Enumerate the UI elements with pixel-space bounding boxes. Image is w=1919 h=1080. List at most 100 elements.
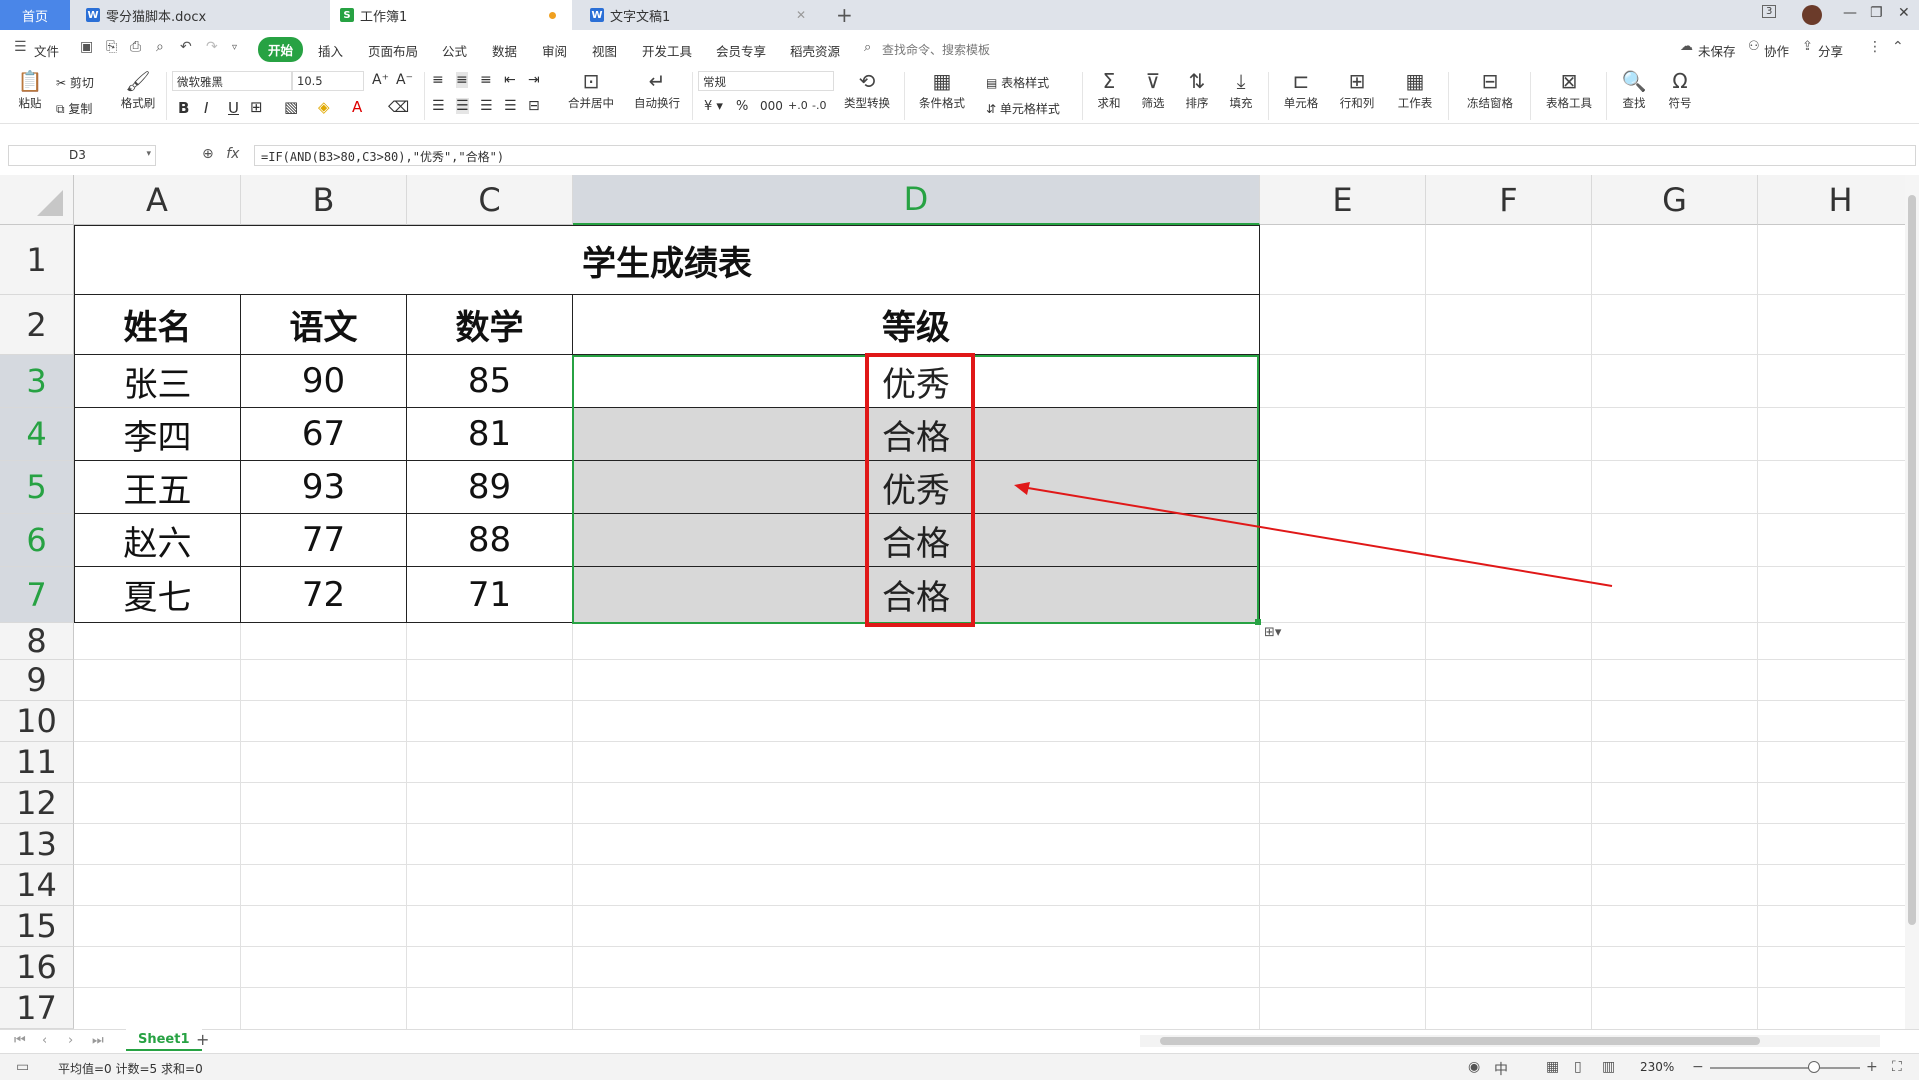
type-convert-button[interactable]: ⟲ 类型转换 xyxy=(836,70,898,111)
row-header-1[interactable]: 1 xyxy=(0,225,74,295)
align-bottom-icon[interactable]: ≡ xyxy=(480,72,492,88)
menu-data[interactable]: 数据 xyxy=(492,41,517,60)
page-break-view-icon[interactable]: ▥ xyxy=(1602,1059,1615,1075)
row-header-8[interactable]: 8 xyxy=(0,622,74,660)
border-icon[interactable]: ⊞ xyxy=(250,98,263,116)
horizontal-scrollbar[interactable] xyxy=(1140,1035,1880,1047)
cell-c6[interactable]: 88 xyxy=(407,514,573,567)
copy-button[interactable]: ⧉ 复制 xyxy=(56,100,92,117)
column-header-h[interactable]: H xyxy=(1758,175,1905,225)
unsaved-status[interactable]: 未保存 xyxy=(1698,41,1736,60)
cell-a5[interactable]: 王五 xyxy=(75,461,241,514)
zoom-slider[interactable] xyxy=(1710,1067,1860,1069)
row-header-10[interactable]: 10 xyxy=(0,701,74,742)
clear-format-icon[interactable]: ⌫ xyxy=(388,98,409,116)
font-size-select[interactable]: 10.5 xyxy=(292,71,364,91)
font-name-select[interactable]: 微软雅黑 xyxy=(172,71,292,91)
menu-page-layout[interactable]: 页面布局 xyxy=(368,41,418,60)
avatar[interactable] xyxy=(1802,5,1822,25)
close-tab-icon[interactable]: ✕ xyxy=(796,8,806,22)
increase-decimal-icon[interactable]: +.0 xyxy=(788,99,808,112)
export-icon[interactable]: ⎘ xyxy=(106,39,117,55)
number-format-select[interactable]: 常规 xyxy=(698,71,834,91)
header-name[interactable]: 姓名 xyxy=(75,295,241,355)
distributed-icon[interactable]: ⊟ xyxy=(528,98,540,114)
fx-icon[interactable]: fx xyxy=(226,146,239,162)
row-header-7[interactable]: 7 xyxy=(0,567,74,623)
collapse-ribbon-icon[interactable]: ⌃ xyxy=(1892,39,1904,55)
normal-view-icon[interactable]: ▦ xyxy=(1546,1059,1559,1075)
chevron-down-icon[interactable]: ▾ xyxy=(146,149,151,159)
cell-c7[interactable]: 71 xyxy=(407,567,573,623)
column-header-c[interactable]: C xyxy=(407,175,573,225)
conditional-format-button[interactable]: ▦ 条件格式 xyxy=(912,70,972,111)
cell-b4[interactable]: 67 xyxy=(241,408,407,461)
row-header-3[interactable]: 3 xyxy=(0,355,74,408)
quick-analysis-icon[interactable]: ⊞▾ xyxy=(1264,625,1281,640)
cell-a6[interactable]: 赵六 xyxy=(75,514,241,567)
table-style-button[interactable]: ▤ 表格样式 xyxy=(986,74,1049,91)
align-center-icon[interactable]: ☰ xyxy=(456,98,469,114)
cell-a4[interactable]: 李四 xyxy=(75,408,241,461)
prev-sheet-icon[interactable]: ‹ xyxy=(42,1033,47,1048)
cell-style-button[interactable]: ⇵ 单元格样式 xyxy=(986,100,1060,117)
sum-button[interactable]: Σ 求和 xyxy=(1090,70,1128,111)
menu-review[interactable]: 审阅 xyxy=(542,41,567,60)
undo-icon[interactable]: ↶ xyxy=(180,39,192,55)
cell-c4[interactable]: 81 xyxy=(407,408,573,461)
decrease-decimal-icon[interactable]: -.0 xyxy=(812,99,826,112)
column-header-f[interactable]: F xyxy=(1426,175,1592,225)
percent-icon[interactable]: % xyxy=(736,99,748,114)
cell-b5[interactable]: 93 xyxy=(241,461,407,514)
column-header-e[interactable]: E xyxy=(1260,175,1426,225)
tab-home[interactable]: 首页 xyxy=(0,0,70,30)
horizontal-scroll-thumb[interactable] xyxy=(1160,1037,1760,1045)
cell-c3[interactable]: 85 xyxy=(407,355,573,408)
preview-icon[interactable]: ⌕ xyxy=(156,39,164,55)
row-header-16[interactable]: 16 xyxy=(0,947,74,988)
zoom-formula-icon[interactable]: ⊕ xyxy=(202,146,214,162)
header-math[interactable]: 数学 xyxy=(407,295,573,355)
worksheet-button[interactable]: ▦ 工作表 xyxy=(1390,70,1440,111)
save-icon[interactable]: ▣ xyxy=(80,39,93,55)
menu-member[interactable]: 会员专享 xyxy=(716,41,766,60)
cell-a7[interactable]: 夏七 xyxy=(75,567,241,623)
print-icon[interactable]: ⎙ xyxy=(130,39,141,55)
column-header-d[interactable]: D xyxy=(573,175,1260,225)
justify-icon[interactable]: ☰ xyxy=(504,98,517,114)
header-chinese[interactable]: 语文 xyxy=(241,295,407,355)
cell-a3[interactable]: 张三 xyxy=(75,355,241,408)
row-header-5[interactable]: 5 xyxy=(0,461,74,514)
tab-document[interactable]: W 零分猫脚本.docx xyxy=(70,0,328,30)
find-button[interactable]: 🔍 查找 xyxy=(1614,70,1654,111)
menu-home[interactable]: 开始 xyxy=(258,37,304,62)
add-sheet-button[interactable]: + xyxy=(196,1030,209,1049)
formula-input[interactable]: =IF(AND(B3>80,C3>80),"优秀","合格") xyxy=(254,145,1916,166)
column-header-a[interactable]: A xyxy=(74,175,241,225)
underline-icon[interactable]: U xyxy=(228,99,239,117)
fill-button[interactable]: ⤓ 填充 xyxy=(1222,70,1260,111)
more-options-icon[interactable]: ⋮ xyxy=(1868,39,1882,55)
menu-developer[interactable]: 开发工具 xyxy=(642,41,692,60)
format-painter-button[interactable]: 🖌 格式刷 xyxy=(116,70,160,111)
row-header-11[interactable]: 11 xyxy=(0,742,74,783)
select-all-corner[interactable] xyxy=(0,175,74,225)
vertical-scroll-thumb[interactable] xyxy=(1908,195,1916,925)
font-color-icon[interactable]: A xyxy=(352,98,362,116)
row-header-17[interactable]: 17 xyxy=(0,988,74,1029)
align-middle-icon[interactable]: ≡ xyxy=(456,72,468,88)
header-grade[interactable]: 等级 xyxy=(573,295,1260,355)
row-header-2[interactable]: 2 xyxy=(0,295,74,355)
row-header-15[interactable]: 15 xyxy=(0,906,74,947)
row-header-4[interactable]: 4 xyxy=(0,408,74,461)
column-header-g[interactable]: G xyxy=(1592,175,1758,225)
menu-formulas[interactable]: 公式 xyxy=(442,41,467,60)
table-title[interactable]: 学生成绩表 xyxy=(75,226,1260,295)
indent-decrease-icon[interactable]: ⇤ xyxy=(504,72,516,88)
fill-color-icon[interactable]: ◈ xyxy=(318,98,330,116)
eye-protection-icon[interactable]: ◉ xyxy=(1468,1059,1480,1075)
row-header-9[interactable]: 9 xyxy=(0,660,74,701)
page-layout-view-icon[interactable]: ▯ xyxy=(1574,1059,1582,1075)
share-button[interactable]: 分享 xyxy=(1818,41,1843,60)
align-left-icon[interactable]: ☰ xyxy=(432,98,445,114)
